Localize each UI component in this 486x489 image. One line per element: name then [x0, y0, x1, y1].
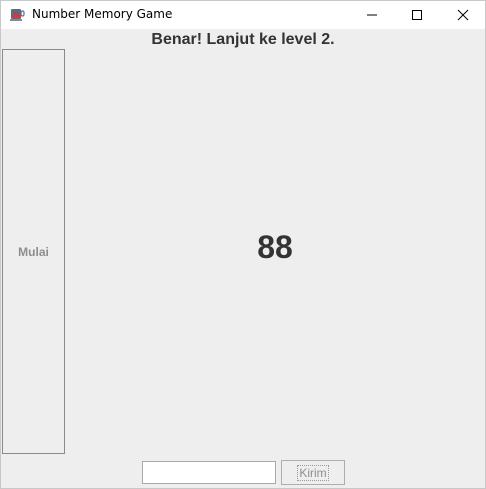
- close-icon: [457, 9, 469, 21]
- window-title: Number Memory Game: [32, 7, 173, 21]
- close-button[interactable]: [440, 1, 486, 29]
- submit-button[interactable]: Kirim: [281, 460, 345, 485]
- maximize-button[interactable]: [394, 1, 440, 29]
- title-bar[interactable]: Number Memory Game: [1, 1, 485, 29]
- minimize-button[interactable]: [349, 1, 395, 29]
- app-window: Number Memory Game Benar! Lanjut ke leve…: [0, 0, 486, 489]
- minimize-icon: [367, 14, 377, 16]
- start-button-label: Mulai: [18, 244, 49, 259]
- start-button[interactable]: Mulai: [2, 49, 65, 454]
- status-message: Benar! Lanjut ke level 2.: [151, 31, 335, 48]
- answer-input[interactable]: [142, 461, 276, 484]
- submit-button-label: Kirim: [297, 464, 329, 481]
- game-panel: Benar! Lanjut ke level 2. Mulai 88 Kirim: [1, 29, 485, 488]
- memory-number: 88: [257, 229, 293, 265]
- java-cup-icon: [9, 6, 27, 22]
- maximize-icon: [412, 10, 422, 20]
